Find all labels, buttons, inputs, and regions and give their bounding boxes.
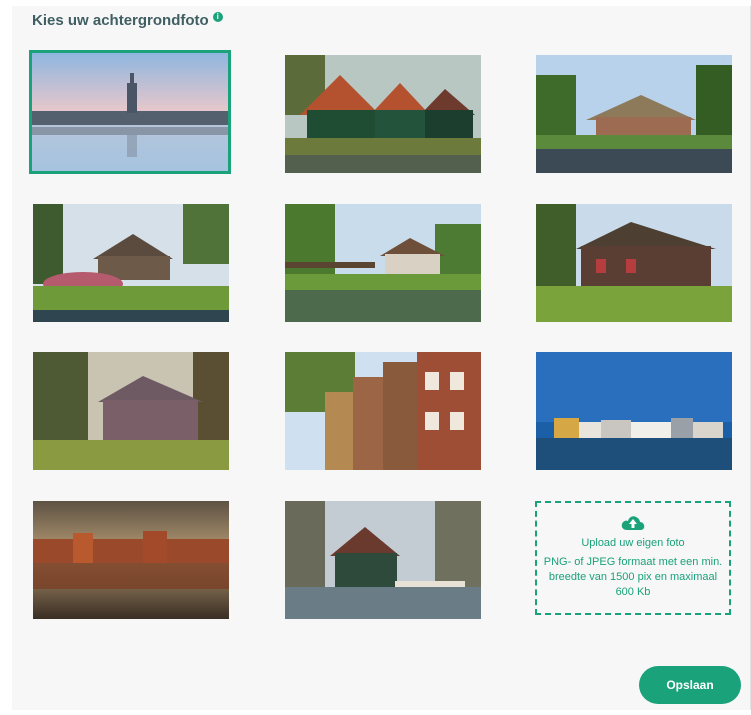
header: Kies uw achtergrondfoto i <box>32 11 223 29</box>
upload-description: PNG- of JPEG formaat met een min. breedt… <box>543 556 723 598</box>
photo-canal-footbridge-village[interactable] <box>285 204 481 322</box>
photo-city-skyline-water[interactable] <box>29 50 231 174</box>
photo-canal-houses-facades[interactable] <box>285 352 481 470</box>
photo-thatched-farmhouse-canal[interactable] <box>536 55 732 173</box>
photo-green-wooden-houses-canal[interactable] <box>285 55 481 173</box>
upload-photo-dropzone[interactable]: Upload uw eigen foto PNG- of JPEG formaa… <box>535 501 731 615</box>
photo-farmhouse-flower-garden[interactable] <box>33 204 229 322</box>
photo-thatched-cottage-trees[interactable] <box>536 204 732 322</box>
photo-waterfront-row-houses[interactable] <box>536 352 732 470</box>
info-icon[interactable]: i <box>212 11 223 22</box>
cloud-upload-icon <box>621 516 645 530</box>
photo-sunset-houses-reflection[interactable] <box>33 501 229 619</box>
save-button[interactable]: Opslaan <box>639 666 741 704</box>
photo-green-house-bridge[interactable] <box>285 501 481 619</box>
upload-title: Upload uw eigen foto <box>581 537 685 549</box>
page-title: Kies uw achtergrondfoto <box>32 12 209 29</box>
photo-brick-house-autumn[interactable] <box>33 352 229 470</box>
